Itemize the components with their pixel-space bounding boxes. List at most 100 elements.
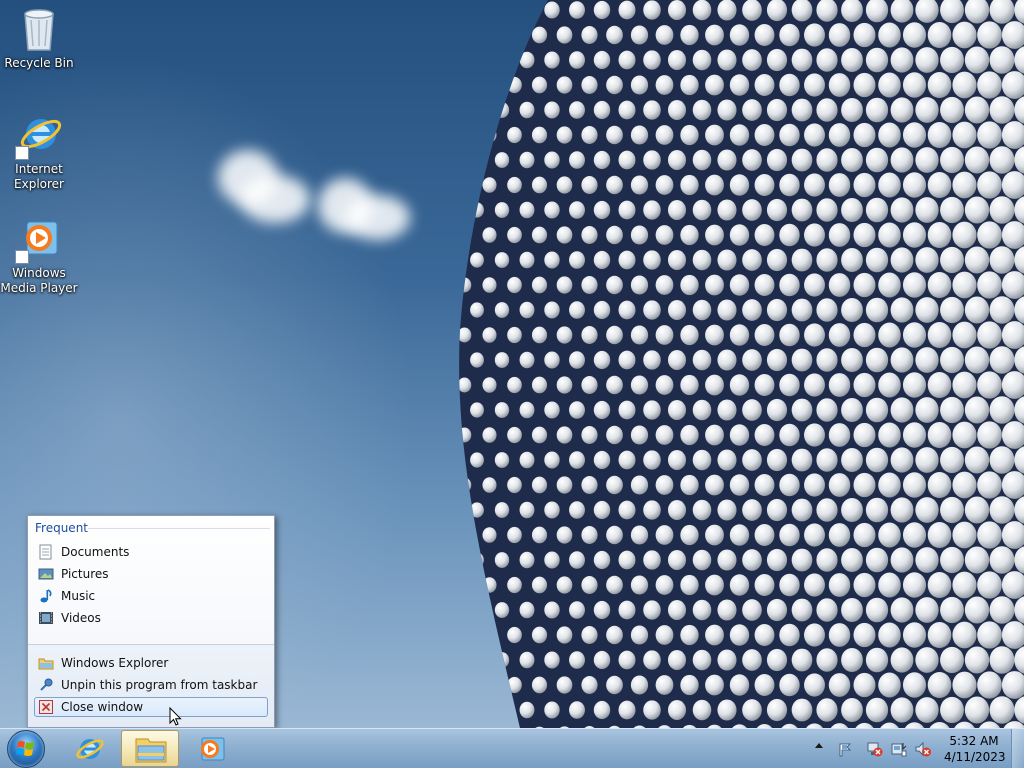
- wallpaper-disc: [581, 226, 597, 244]
- desktop-icon-recycle-bin[interactable]: Recycle Bin: [0, 6, 78, 71]
- wallpaper-disc: [581, 76, 597, 94]
- wallpaper-disc: [544, 551, 559, 568]
- jump-list-item-close-window[interactable]: Close window: [34, 697, 268, 717]
- taskbar-clock[interactable]: 5:32 AM 4/11/2023: [944, 733, 1004, 765]
- wallpaper-disc: [631, 225, 648, 244]
- wallpaper-disc: [730, 74, 749, 95]
- jump-list-item-label: Documents: [61, 545, 129, 559]
- jump-list-item-videos[interactable]: Videos: [34, 608, 268, 628]
- wallpaper-disc: [965, 397, 989, 424]
- wallpaper-disc: [507, 277, 522, 293]
- desktop-icon-internet-explorer[interactable]: Internet Explorer: [0, 112, 78, 192]
- wallpaper-disc: [581, 376, 597, 394]
- wallpaper-disc: [656, 325, 674, 345]
- wallpaper-disc: [915, 647, 938, 673]
- wallpaper-disc: [928, 422, 952, 448]
- wallpaper-disc: [717, 599, 736, 620]
- wallpaper-disc: [977, 121, 1002, 148]
- wallpaper-disc: [643, 450, 661, 469]
- wallpaper-disc: [445, 153, 458, 168]
- wallpaper-disc: [680, 175, 698, 195]
- wallpaper-disc: [693, 100, 712, 121]
- start-button[interactable]: [7, 730, 45, 768]
- taskbar-internet-explorer-button[interactable]: [61, 730, 119, 767]
- wallpaper-disc: [940, 297, 964, 323]
- jump-list-item-pictures[interactable]: Pictures: [34, 564, 268, 584]
- jump-list-item-unpin[interactable]: Unpin this program from taskbar: [34, 675, 268, 695]
- wallpaper-disc: [779, 324, 799, 347]
- wallpaper-disc: [693, 450, 712, 471]
- pictures-library-icon: [38, 566, 54, 582]
- wallpaper-disc: [841, 148, 863, 172]
- mouse-cursor-icon: [169, 707, 183, 727]
- wallpaper-disc: [594, 201, 610, 219]
- wallpaper-disc: [841, 698, 863, 722]
- wallpaper-disc: [829, 273, 850, 297]
- wallpaper-disc: [520, 652, 535, 668]
- wallpaper-disc: [544, 401, 559, 418]
- wallpaper-disc: [619, 451, 636, 470]
- action-center-icon[interactable]: [837, 741, 853, 757]
- wallpaper-disc: [928, 72, 952, 98]
- wallpaper-disc: [977, 271, 1002, 298]
- wallpaper-disc: [804, 373, 825, 396]
- taskbar-windows-explorer-button[interactable]: [121, 730, 179, 767]
- wallpaper-disc: [495, 452, 509, 468]
- wallpaper-disc: [594, 1, 610, 19]
- wallpaper-disc: [965, 547, 989, 574]
- wallpaper-disc: [928, 672, 952, 698]
- network-disconnected-icon[interactable]: [867, 741, 883, 757]
- wallpaper-disc: [928, 272, 952, 298]
- wallpaper-disc: [841, 548, 863, 572]
- wallpaper-disc: [742, 399, 762, 421]
- wallpaper-disc: [470, 402, 484, 417]
- power-icon[interactable]: [891, 741, 907, 757]
- jump-list-item-windows-explorer[interactable]: Windows Explorer: [34, 653, 268, 673]
- show-desktop-button[interactable]: [1011, 729, 1024, 768]
- desktop-icon-windows-media-player[interactable]: Windows Media Player: [0, 216, 78, 296]
- wallpaper-disc: [668, 50, 686, 70]
- wallpaper-disc: [544, 51, 559, 68]
- wallpaper-disc: [594, 701, 610, 719]
- wallpaper-disc: [891, 97, 914, 122]
- wallpaper-disc: [619, 51, 636, 70]
- wallpaper-disc: [594, 151, 610, 169]
- wallpaper-disc: [990, 296, 1015, 324]
- wallpaper-disc: [581, 26, 597, 44]
- wallpaper-disc: [594, 601, 610, 619]
- wallpaper-disc: [668, 350, 686, 370]
- volume-muted-icon[interactable]: [915, 741, 931, 757]
- wallpaper-disc: [458, 578, 472, 593]
- show-hidden-icons-chevron[interactable]: [815, 743, 823, 748]
- wallpaper-disc: [829, 423, 850, 447]
- wallpaper-disc: [829, 623, 850, 647]
- wallpaper-disc: [990, 596, 1015, 624]
- wallpaper-disc: [569, 701, 585, 719]
- wallpaper-disc: [520, 552, 535, 568]
- wallpaper-disc: [507, 377, 522, 393]
- wallpaper-disc: [792, 249, 813, 272]
- wallpaper-disc: [507, 627, 522, 643]
- wallpaper-disc: [680, 325, 698, 345]
- jump-list-item-documents[interactable]: Documents: [34, 542, 268, 562]
- wallpaper-disc: [594, 651, 610, 669]
- wallpaper-disc: [619, 501, 636, 520]
- wallpaper-disc: [532, 377, 547, 394]
- heading-divider: [88, 528, 270, 529]
- jump-list-item-music[interactable]: Music: [34, 586, 268, 606]
- wallpaper-disc: [730, 624, 749, 645]
- wallpaper-disc: [792, 299, 813, 322]
- wallpaper-disc: [631, 625, 648, 644]
- wallpaper-disc: [693, 200, 712, 221]
- wallpaper-disc: [990, 146, 1015, 174]
- wallpaper-disc: [767, 699, 787, 721]
- wallpaper-disc: [643, 50, 661, 69]
- wallpaper-disc: [606, 76, 623, 94]
- wallpaper-disc: [990, 96, 1015, 124]
- taskbar-windows-media-player-button[interactable]: [181, 730, 239, 767]
- wallpaper-disc: [581, 526, 597, 544]
- wallpaper-disc: [445, 403, 458, 418]
- wallpaper-disc: [458, 428, 472, 443]
- wallpaper-disc: [458, 178, 472, 193]
- wallpaper-disc: [829, 373, 850, 397]
